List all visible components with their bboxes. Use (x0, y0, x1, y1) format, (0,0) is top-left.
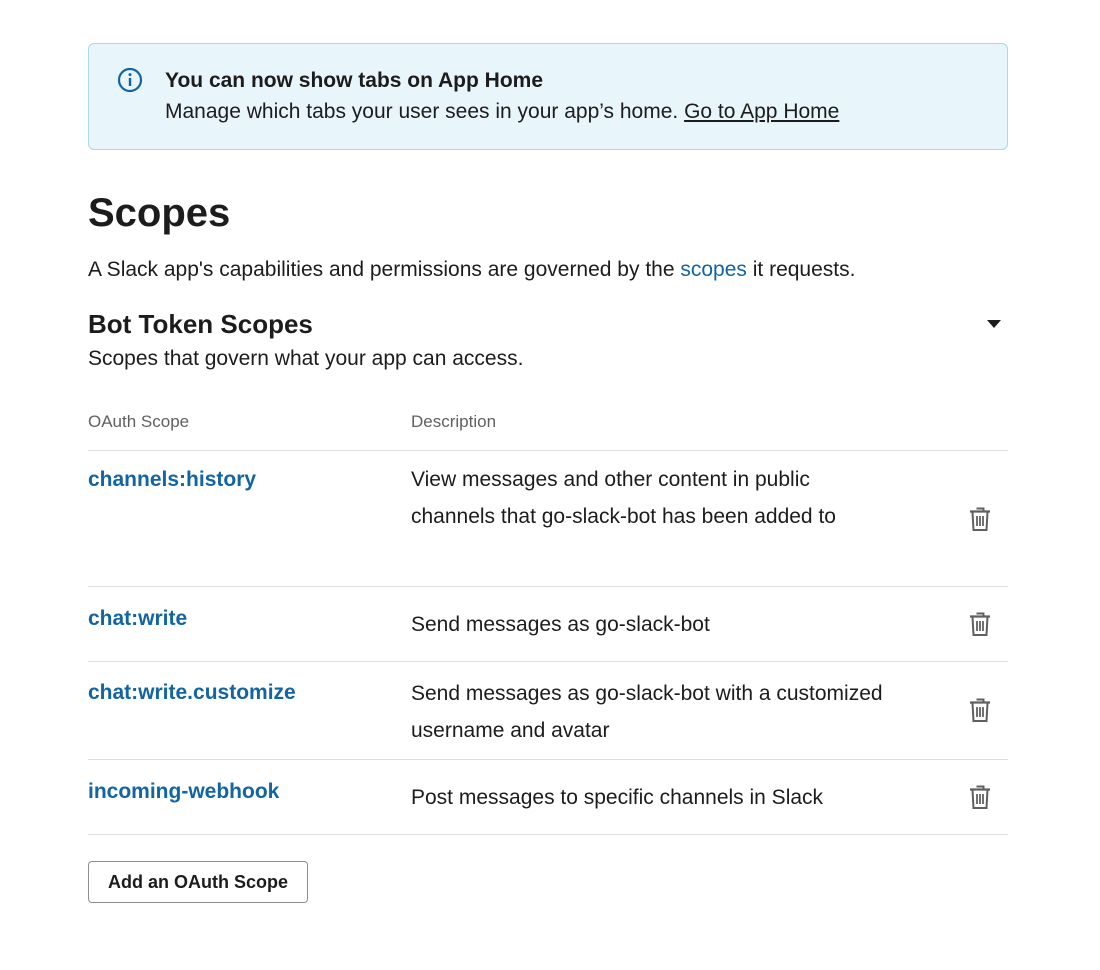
section-subtitle: Scopes that govern what your app can acc… (88, 347, 524, 370)
header-description: Description (411, 412, 497, 431)
scope-name[interactable]: channels:history (88, 468, 256, 491)
banner-body: Manage which tabs your user sees in your… (165, 96, 839, 128)
caret-down-icon[interactable] (984, 314, 1004, 334)
scopes-link[interactable]: scopes (680, 258, 747, 281)
scope-description: Post messages to specific channels in Sl… (411, 786, 824, 809)
row-actions (901, 604, 1008, 661)
scope-cell: incoming-webhook (88, 777, 411, 834)
scope-name[interactable]: chat:write (88, 607, 187, 630)
scope-description: Send messages as go-slack-bot with a cus… (411, 682, 883, 742)
scope-description: View messages and other content in publi… (411, 468, 836, 528)
table-row: chat:write.customize Send messages as go… (88, 662, 1008, 760)
section-title: Bot Token Scopes (88, 309, 313, 339)
scope-name[interactable]: chat:write.customize (88, 681, 296, 704)
trash-icon[interactable] (968, 696, 992, 724)
banner-body-text: Manage which tabs your user sees in your… (165, 100, 685, 123)
intro-before: A Slack app's capabilities and permissio… (88, 258, 681, 281)
table-row: incoming-webhook Post messages to specif… (88, 760, 1008, 835)
add-oauth-scope-button[interactable]: Add an OAuth Scope (88, 861, 308, 903)
info-banner: You can now show tabs on App Home Manage… (88, 43, 1008, 150)
table-row: chat:write Send messages as go-slack-bot (88, 587, 1008, 662)
header-actions (891, 412, 1008, 450)
content: You can now show tabs on App Home Manage… (88, 43, 1008, 903)
banner-text: You can now show tabs on App Home Manage… (165, 66, 839, 149)
trash-icon[interactable] (968, 505, 992, 533)
banner-title: You can now show tabs on App Home (165, 69, 544, 92)
intro-text: A Slack app's capabilities and permissio… (88, 254, 1008, 286)
row-actions (901, 465, 1008, 586)
scope-cell: chat:write.customize (88, 678, 411, 759)
trash-icon[interactable] (968, 783, 992, 811)
scopes-table: OAuth Scope Description channels:history… (88, 412, 1008, 835)
scope-name[interactable]: incoming-webhook (88, 780, 279, 803)
row-actions (901, 777, 1008, 834)
info-icon (117, 67, 143, 93)
table-header: OAuth Scope Description (88, 412, 1008, 451)
bot-token-scopes-header: Bot Token Scopes (88, 306, 1008, 342)
page-title: Scopes (88, 191, 231, 235)
trash-icon[interactable] (968, 610, 992, 638)
scope-description: Send messages as go-slack-bot (411, 613, 710, 636)
table-row: channels:history View messages and other… (88, 451, 1008, 587)
go-to-app-home-link[interactable]: Go to App Home (684, 100, 839, 123)
row-actions (901, 678, 1008, 759)
page: You can now show tabs on App Home Manage… (0, 0, 1100, 970)
header-oauth-scope: OAuth Scope (88, 412, 190, 431)
intro-after: it requests. (746, 258, 856, 281)
scope-cell: chat:write (88, 604, 411, 661)
scope-cell: channels:history (88, 465, 411, 586)
